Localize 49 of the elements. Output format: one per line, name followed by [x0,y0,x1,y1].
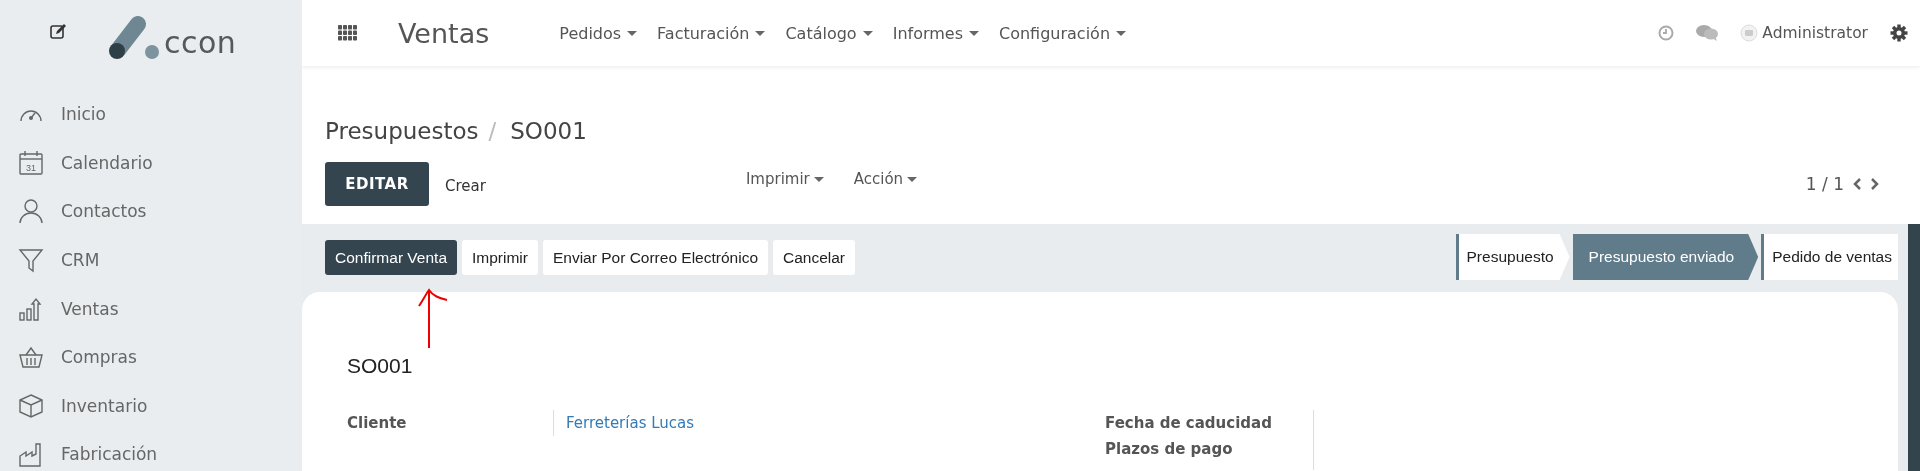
create-button[interactable]: Crear [435,177,496,195]
app-title: Ventas [398,17,490,49]
sidebar-item[interactable]: CRM [18,235,302,285]
edit-button[interactable]: EDITAR [325,162,429,206]
next-icon[interactable] [1870,177,1880,191]
edit-icon[interactable] [50,23,68,39]
user-menu[interactable]: Administrator [1740,24,1868,42]
avatar-icon [1740,24,1759,42]
basket-icon [18,344,44,371]
previous-icon[interactable] [1852,177,1862,191]
funnel-icon [18,247,44,274]
factory-icon [18,441,44,468]
status-stage[interactable]: Pedido de ventas [1761,234,1898,280]
bar-chart-icon [18,295,44,322]
dropdown-button[interactable]: Imprimir [745,170,824,188]
action-button[interactable]: Enviar Por Correo Electrónico [542,240,768,275]
scrollbar[interactable] [1908,224,1920,471]
apps-grid-icon[interactable] [338,25,358,41]
menu-dropdown[interactable]: Catálogo [785,23,873,43]
pager-counter: 1 / 1 [1805,174,1844,194]
sidebar-item[interactable]: Inicio [18,90,302,139]
breadcrumb-separator: / [488,118,497,144]
status-stage[interactable]: Presupuesto [1455,234,1570,280]
menu-dropdown[interactable]: Facturación [657,23,766,43]
settings-icon[interactable] [1890,24,1908,42]
sidebar-item[interactable]: Contactos [18,187,302,236]
action-button[interactable]: Cancelar [773,240,856,275]
menu-dropdown[interactable]: Configuración [999,23,1127,43]
field-label: Fecha de caducidad [1105,413,1273,434]
menu-dropdown[interactable]: Pedidos [559,23,638,43]
action-button[interactable]: Imprimir [462,240,538,275]
person-icon [18,198,44,225]
box-icon [18,392,44,419]
customer-link[interactable]: Ferreterías Lucas [553,410,695,436]
action-button[interactable]: Confirmar Venta [325,240,457,275]
field-label: Cliente [347,413,408,434]
field-label: Plazos de pago [1105,439,1234,460]
record-title: SO001 [347,354,414,378]
sidebar-item[interactable]: Compras [18,332,302,382]
breadcrumb-current: SO001 [510,118,587,144]
sidebar-item[interactable]: 31 Calendario [18,138,302,188]
sidebar-item[interactable]: Fabricación [18,430,302,471]
dropdown-button[interactable]: Acción [853,170,918,188]
menu-dropdown[interactable]: Informes [892,23,979,43]
sidebar-item[interactable]: Ventas [18,284,302,333]
breadcrumb-link[interactable]: Presupuestos [325,118,479,144]
sidebar-item[interactable]: Inventario [18,381,302,431]
logo-text: ccon [164,28,237,60]
status-stage[interactable]: Presupuesto enviado [1572,234,1759,280]
